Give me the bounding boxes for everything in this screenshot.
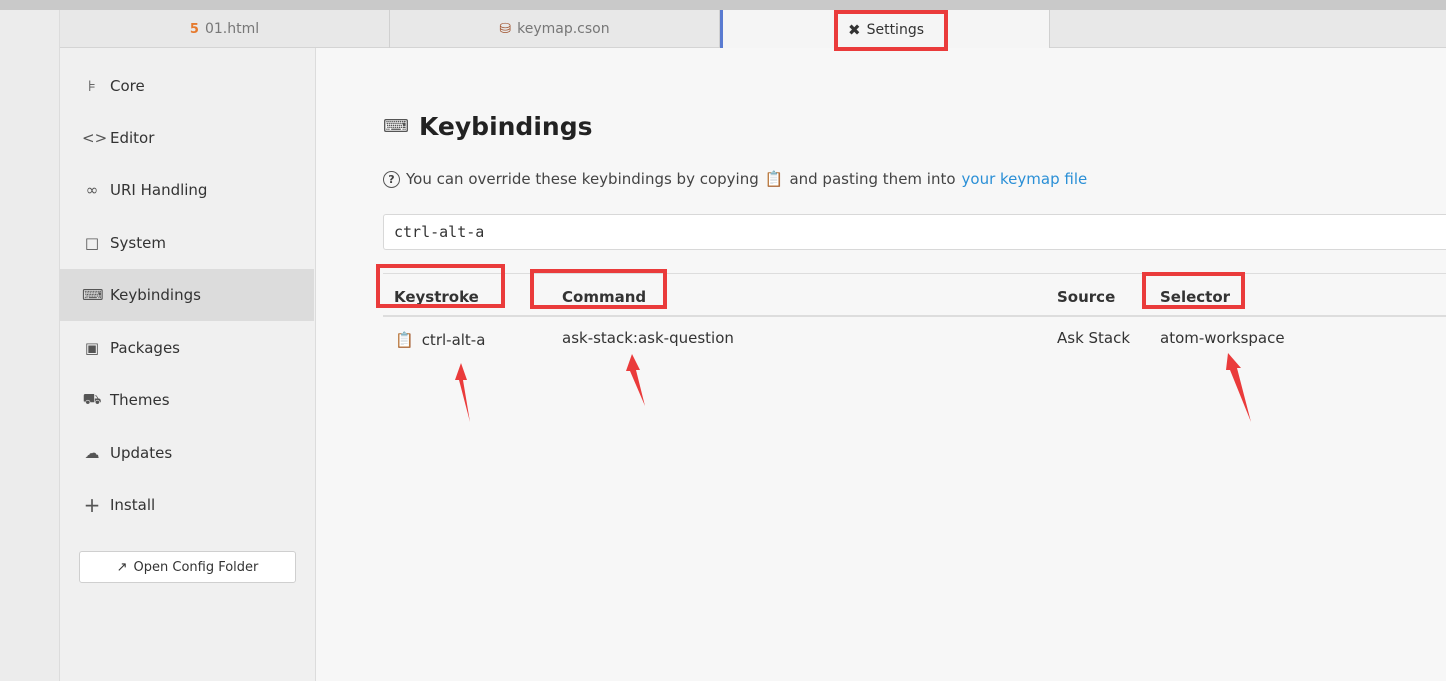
annotation-arrow-selector [1226,353,1251,422]
annotation-arrow-command [626,354,645,406]
annotation-arrows [455,353,1251,422]
annotation-arrow-keystroke [455,363,470,422]
